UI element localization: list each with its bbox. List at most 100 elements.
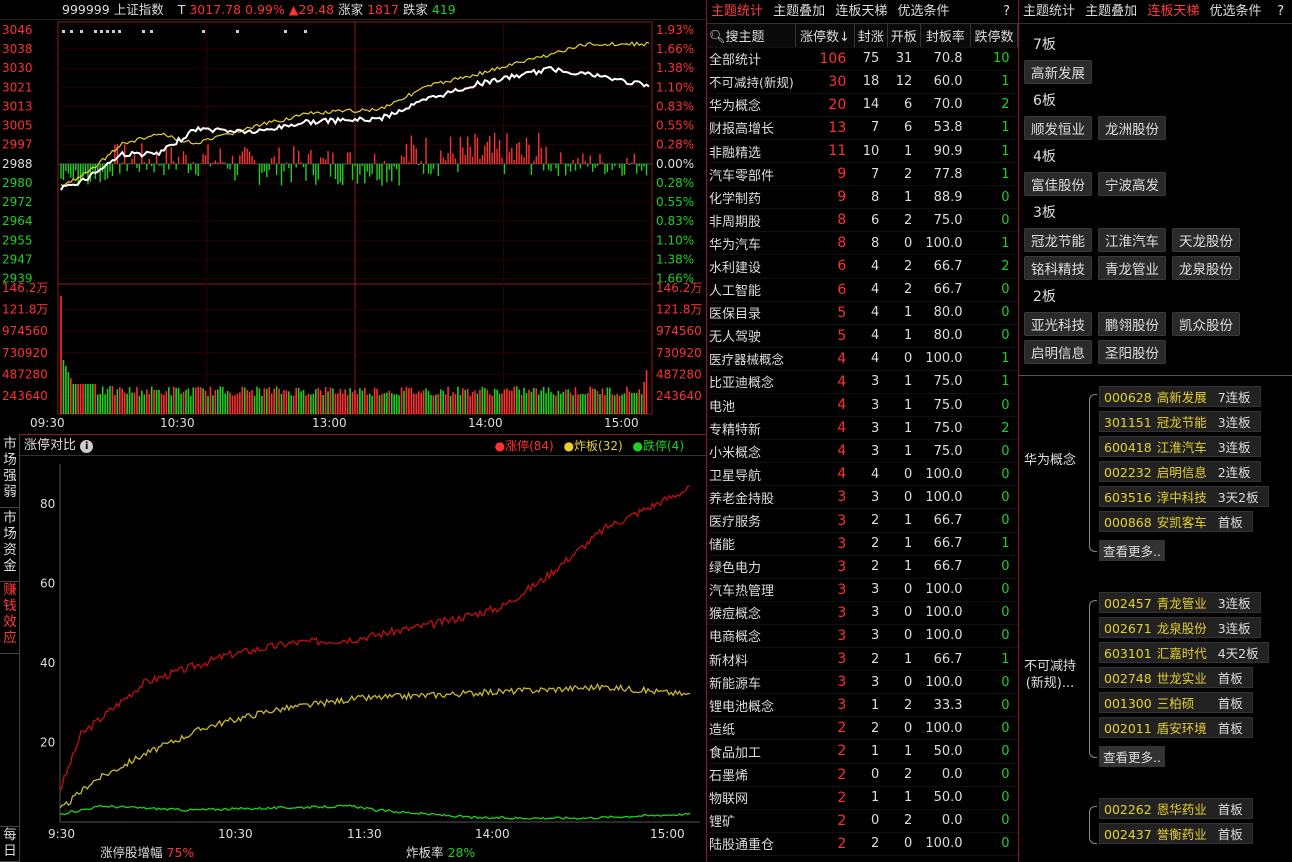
ladder-stock[interactable]: 鹏翎股份: [1098, 312, 1166, 336]
tab-theme-stats-r[interactable]: 主题统计: [1023, 4, 1075, 19]
search-theme-button[interactable]: 🔍︎搜主题: [707, 24, 797, 48]
table-row[interactable]: 锂矿 2 0 2 0.0 0: [707, 809, 1018, 833]
theme-stats-panel: 主题统计 主题叠加 连板天梯 优选条件 ? 🔍︎搜主题 涨停数↓ 封涨 开板 封…: [707, 0, 1019, 862]
table-row[interactable]: 华为概念 20 14 6 70.0 2: [707, 93, 1018, 117]
table-row[interactable]: 陆股通重仓 2 2 0 100.0 0: [707, 832, 1018, 856]
help-button-r[interactable]: ?: [1277, 0, 1284, 23]
tab-filter[interactable]: 优选条件: [897, 4, 949, 19]
col-limit-up[interactable]: 涨停数↓: [795, 24, 855, 48]
table-row[interactable]: 新能源车 3 3 0 100.0 0: [707, 670, 1018, 695]
table-row[interactable]: 比亚迪概念 4 3 1 75.0 1: [707, 370, 1018, 395]
ladder-stock[interactable]: 冠龙节能: [1024, 228, 1092, 252]
tab-filter-r[interactable]: 优选条件: [1209, 4, 1261, 19]
table-row[interactable]: 医保目录 5 4 1 80.0 0: [707, 301, 1018, 325]
table-row[interactable]: 不可减持(新规) 30 18 12 60.0 1: [707, 70, 1018, 94]
stock-code: 603101: [1104, 646, 1152, 661]
ladder-stock[interactable]: 富佳股份: [1024, 172, 1092, 196]
info-icon[interactable]: i: [80, 440, 94, 453]
table-row[interactable]: 锂电池概念 3 1 2 33.3 0: [707, 693, 1018, 718]
col-sealed[interactable]: 封涨: [854, 24, 888, 48]
ladder-stock[interactable]: 高新发展: [1024, 60, 1092, 84]
vtab-market-capital[interactable]: 市场资金: [0, 510, 20, 582]
group-stock[interactable]: 001300 三柏硕 首板: [1099, 692, 1253, 713]
vtab-money-effect[interactable]: 赚钱效应: [0, 582, 20, 654]
table-row[interactable]: 电池 4 3 1 75.0 0: [707, 393, 1018, 418]
limit-up-count: 3: [795, 532, 855, 556]
table-row[interactable]: 猴痘概念 3 3 0 100.0 0: [707, 601, 1018, 625]
ladder-stock[interactable]: 宁波高发: [1098, 172, 1166, 196]
view-more-button[interactable]: 查看更多..: [1099, 540, 1165, 561]
tab-theme-overlay-r[interactable]: 主题叠加: [1085, 4, 1137, 19]
group-stock[interactable]: 603516 淳中科技 3天2板: [1099, 486, 1269, 507]
intraday-chart[interactable]: 3046 1.93% 3038 1.66% 3030 1.38% 3021 1.10% 3013…: [0, 14, 707, 434]
group-stock[interactable]: 002437 誉衡药业 首板: [1099, 823, 1253, 844]
ladder-stock[interactable]: 铭科精技: [1024, 256, 1092, 280]
group-stock[interactable]: 301151 冠龙节能 3连板: [1099, 411, 1261, 432]
group-stock[interactable]: 600418 江淮汽车 3连板: [1099, 436, 1261, 457]
ladder-stock[interactable]: 顺发恒业: [1024, 116, 1092, 140]
vtab-market-strength[interactable]: 市场强弱: [0, 436, 20, 508]
search-icon: 🔍︎: [709, 29, 726, 45]
table-row[interactable]: 财报高增长 13 7 6 53.8 1: [707, 116, 1018, 140]
table-row[interactable]: 储能 3 2 1 66.7 1: [707, 532, 1018, 556]
ladder-stock[interactable]: 江淮汽车: [1098, 228, 1166, 252]
table-row[interactable]: 人工智能 6 4 2 66.7 0: [707, 278, 1018, 302]
group-stock[interactable]: 002671 龙泉股份 3连板: [1099, 617, 1261, 638]
table-row[interactable]: 汽车零部件 9 7 2 77.8 1: [707, 162, 1018, 187]
tab-theme-overlay[interactable]: 主题叠加: [773, 4, 825, 19]
table-row[interactable]: 医疗器械概念 4 4 0 100.0 1: [707, 347, 1018, 371]
table-row[interactable]: 无人驾驶 5 4 1 80.0 0: [707, 324, 1018, 348]
table-row[interactable]: 小米概念 4 3 1 75.0 0: [707, 439, 1018, 464]
group-stock[interactable]: 002748 世龙实业 首板: [1099, 667, 1253, 688]
group-stock[interactable]: 002262 恩华药业 首板: [1099, 798, 1253, 819]
group-stock[interactable]: 002457 青龙管业 3连板: [1099, 592, 1261, 613]
ladder-stock[interactable]: 亚光科技: [1024, 312, 1092, 336]
ladder-stock[interactable]: 天龙股份: [1172, 228, 1240, 252]
ladder-stock[interactable]: 圣阳股份: [1098, 340, 1166, 364]
table-row[interactable]: 专精特新 4 3 1 75.0 2: [707, 416, 1018, 441]
sealed-count: 1: [854, 693, 888, 718]
limit-compare-chart[interactable]: 80 60 40 20 9:30 10:30 11:30 14:00 15:00: [20, 456, 706, 862]
tab-ladder[interactable]: 连板天梯: [835, 4, 887, 19]
stock-name: 启明信息: [1156, 465, 1207, 480]
col-limit-down[interactable]: 跌停数: [970, 24, 1018, 48]
table-row[interactable]: 非周期股 8 6 2 75.0 0: [707, 208, 1018, 233]
table-row[interactable]: 非融精选 11 10 1 90.9 1: [707, 139, 1018, 164]
ladder-stock[interactable]: 启明信息: [1024, 340, 1092, 364]
table-row[interactable]: 养老金持股 3 3 0 100.0 0: [707, 485, 1018, 510]
col-seal-rate[interactable]: 封板率: [920, 24, 972, 48]
table-row[interactable]: 华为汽车 8 8 0 100.0 1: [707, 231, 1018, 256]
table-row[interactable]: 石墨烯 2 0 2 0.0 0: [707, 763, 1018, 787]
table-row[interactable]: 水利建设 6 4 2 66.7 2: [707, 254, 1018, 279]
ladder-stock[interactable]: 龙泉股份: [1172, 256, 1240, 280]
limit-up-count: 6: [795, 254, 855, 279]
group-stock[interactable]: 603101 汇嘉时代 4天2板: [1099, 642, 1269, 663]
table-row[interactable]: 全部统计 106 75 31 70.8 10: [707, 47, 1018, 71]
group-stock[interactable]: 000868 安凯客车 首板: [1099, 511, 1253, 532]
group-stock[interactable]: 002011 盾安环境 首板: [1099, 717, 1253, 738]
group-stock[interactable]: 002232 启明信息 2连板: [1099, 461, 1261, 482]
vtab-daily[interactable]: 每日: [0, 826, 20, 862]
limit-up-count: 3: [795, 555, 855, 579]
tab-ladder-r[interactable]: 连板天梯: [1147, 4, 1199, 19]
table-row[interactable]: 汽车热管理 3 3 0 100.0 0: [707, 578, 1018, 602]
theme-name: 非融精选: [707, 139, 796, 164]
view-more-button[interactable]: 查看更多..: [1099, 746, 1165, 767]
table-row[interactable]: 新材料 3 2 1 66.7 1: [707, 647, 1018, 672]
table-row[interactable]: 卫星导航 4 4 0 100.0 0: [707, 462, 1018, 487]
table-row[interactable]: 造纸 2 2 0 100.0 0: [707, 716, 1018, 741]
ladder-stock[interactable]: 青龙管业: [1098, 256, 1166, 280]
help-button[interactable]: ?: [1003, 0, 1010, 23]
ladder-stock[interactable]: 龙洲股份: [1098, 116, 1166, 140]
table-row[interactable]: 化学制药 9 8 1 88.9 0: [707, 185, 1018, 210]
table-row[interactable]: 食品加工 2 1 1 50.0 0: [707, 739, 1018, 764]
table-row[interactable]: 绿色电力 3 2 1 66.7 0: [707, 555, 1018, 579]
table-row[interactable]: 医疗服务 3 2 1 66.7 0: [707, 508, 1018, 533]
ladder-stock[interactable]: 凯众股份: [1172, 312, 1240, 336]
table-row[interactable]: 电商概念 3 3 0 100.0 0: [707, 624, 1018, 649]
col-opened[interactable]: 开板: [887, 24, 921, 48]
table-row[interactable]: 物联网 2 1 1 50.0 0: [707, 786, 1018, 810]
tab-theme-stats[interactable]: 主题统计: [711, 4, 763, 19]
limit-down-count: 10: [970, 47, 1018, 71]
group-stock[interactable]: 000628 高新发展 7连板: [1099, 386, 1261, 407]
